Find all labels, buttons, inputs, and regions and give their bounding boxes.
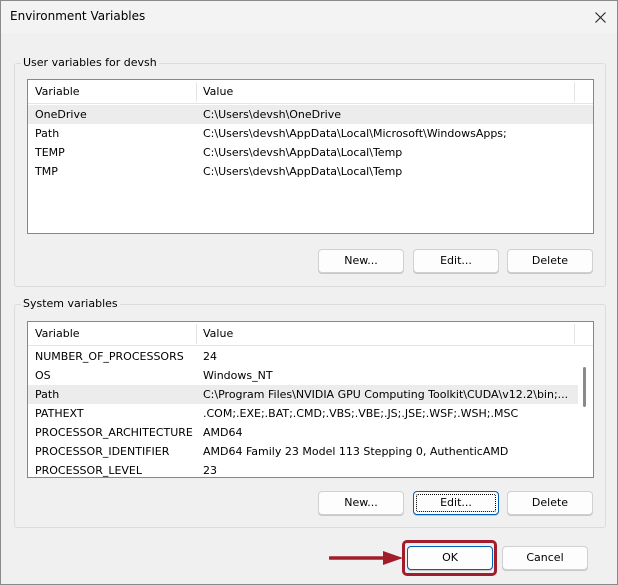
column-separator[interactable]	[574, 82, 575, 102]
variable-value-cell: AMD64	[203, 426, 243, 439]
user-variables-label: User variables for devsh	[21, 56, 159, 69]
window-title: Environment Variables	[10, 9, 146, 23]
table-row[interactable]: OneDrive C:\Users\devsh\OneDrive	[28, 105, 593, 124]
table-row[interactable]: PROCESSOR_IDENTIFIER AMD64 Family 23 Mode…	[28, 442, 593, 461]
system-delete-button[interactable]: Delete	[507, 491, 593, 515]
system-variables-list[interactable]: Variable Value NUMBER_OF_PROCESSORS 24 OS W…	[27, 321, 594, 478]
variable-name-cell: PROCESSOR_LEVEL	[35, 464, 143, 477]
variable-name-cell: PROCESSOR_IDENTIFIER	[35, 445, 170, 458]
column-separator[interactable]	[574, 324, 575, 344]
system-edit-button[interactable]: Edit...	[413, 491, 499, 515]
table-row[interactable]: NUMBER_OF_PROCESSORS 24	[28, 347, 593, 366]
user-variables-list[interactable]: Variable Value OneDrive C:\Users\devsh\On…	[27, 79, 594, 234]
variable-value-cell: C:\Users\devsh\AppData\Local\Microsoft\W…	[203, 127, 507, 140]
vertical-scrollbar[interactable]	[578, 346, 593, 477]
table-row[interactable]: TEMP C:\Users\devsh\AppData\Local\Temp	[28, 143, 593, 162]
column-header-value[interactable]: Value	[197, 322, 233, 346]
environment-variables-dialog: Environment Variables User variables for…	[0, 0, 618, 585]
variable-value-cell: C:\Users\devsh\AppData\Local\Temp	[203, 165, 403, 178]
column-header-variable[interactable]: Variable	[29, 322, 80, 346]
variable-name-cell: TEMP	[35, 146, 65, 159]
list-header: Variable Value	[28, 80, 593, 104]
close-button[interactable]	[583, 1, 617, 33]
variable-value-cell: C:\Program Files\NVIDIA GPU Computing To…	[203, 388, 569, 401]
close-icon	[594, 11, 606, 23]
user-new-button[interactable]: New...	[318, 249, 404, 273]
column-header-variable[interactable]: Variable	[29, 80, 80, 104]
variable-value-cell: AMD64 Family 23 Model 113 Stepping 0, Au…	[203, 445, 509, 458]
table-row[interactable]: TMP C:\Users\devsh\AppData\Local\Temp	[28, 162, 593, 181]
user-delete-button[interactable]: Delete	[507, 249, 593, 273]
table-row[interactable]: OS Windows_NT	[28, 366, 593, 385]
variable-name-cell: PATHEXT	[35, 407, 84, 420]
focus-ring	[416, 494, 496, 512]
system-new-button[interactable]: New...	[318, 491, 404, 515]
variable-value-cell: 23	[203, 464, 217, 477]
table-row[interactable]: Path C:\Program Files\NVIDIA GPU Computin…	[28, 385, 593, 404]
variable-name-cell: NUMBER_OF_PROCESSORS	[35, 350, 184, 363]
table-row[interactable]: PROCESSOR_ARCHITECTURE AMD64	[28, 423, 593, 442]
variable-value-cell: Windows_NT	[203, 369, 273, 382]
variable-name-cell: Path	[35, 127, 60, 140]
ok-highlight-box	[402, 540, 497, 576]
table-row[interactable]: PATHEXT .COM;.EXE;.BAT;.CMD;.VBS;.VBE;.JS…	[28, 404, 593, 423]
variable-value-cell: 24	[203, 350, 217, 363]
variable-name-cell: OS	[35, 369, 51, 382]
variable-name-cell: PROCESSOR_ARCHITECTURE	[35, 426, 193, 439]
variable-name-cell: OneDrive	[35, 108, 87, 121]
column-header-value[interactable]: Value	[197, 80, 233, 104]
user-edit-button[interactable]: Edit...	[413, 249, 499, 273]
red-arrow-icon	[329, 551, 403, 565]
variable-value-cell: .COM;.EXE;.BAT;.CMD;.VBS;.VBE;.JS;.JSE;.…	[203, 407, 519, 420]
system-variables-label: System variables	[21, 297, 120, 310]
variable-name-cell: TMP	[35, 165, 58, 178]
variable-value-cell: C:\Users\devsh\AppData\Local\Temp	[203, 146, 403, 159]
title-bar: Environment Variables	[1, 1, 617, 33]
scrollbar-thumb[interactable]	[583, 367, 586, 407]
list-header: Variable Value	[28, 322, 593, 346]
cancel-button[interactable]: Cancel	[502, 546, 588, 570]
table-row[interactable]: Path C:\Users\devsh\AppData\Local\Microso…	[28, 124, 593, 143]
table-row[interactable]: PROCESSOR_LEVEL 23	[28, 461, 593, 477]
variable-value-cell: C:\Users\devsh\OneDrive	[203, 108, 341, 121]
variable-name-cell: Path	[35, 388, 60, 401]
